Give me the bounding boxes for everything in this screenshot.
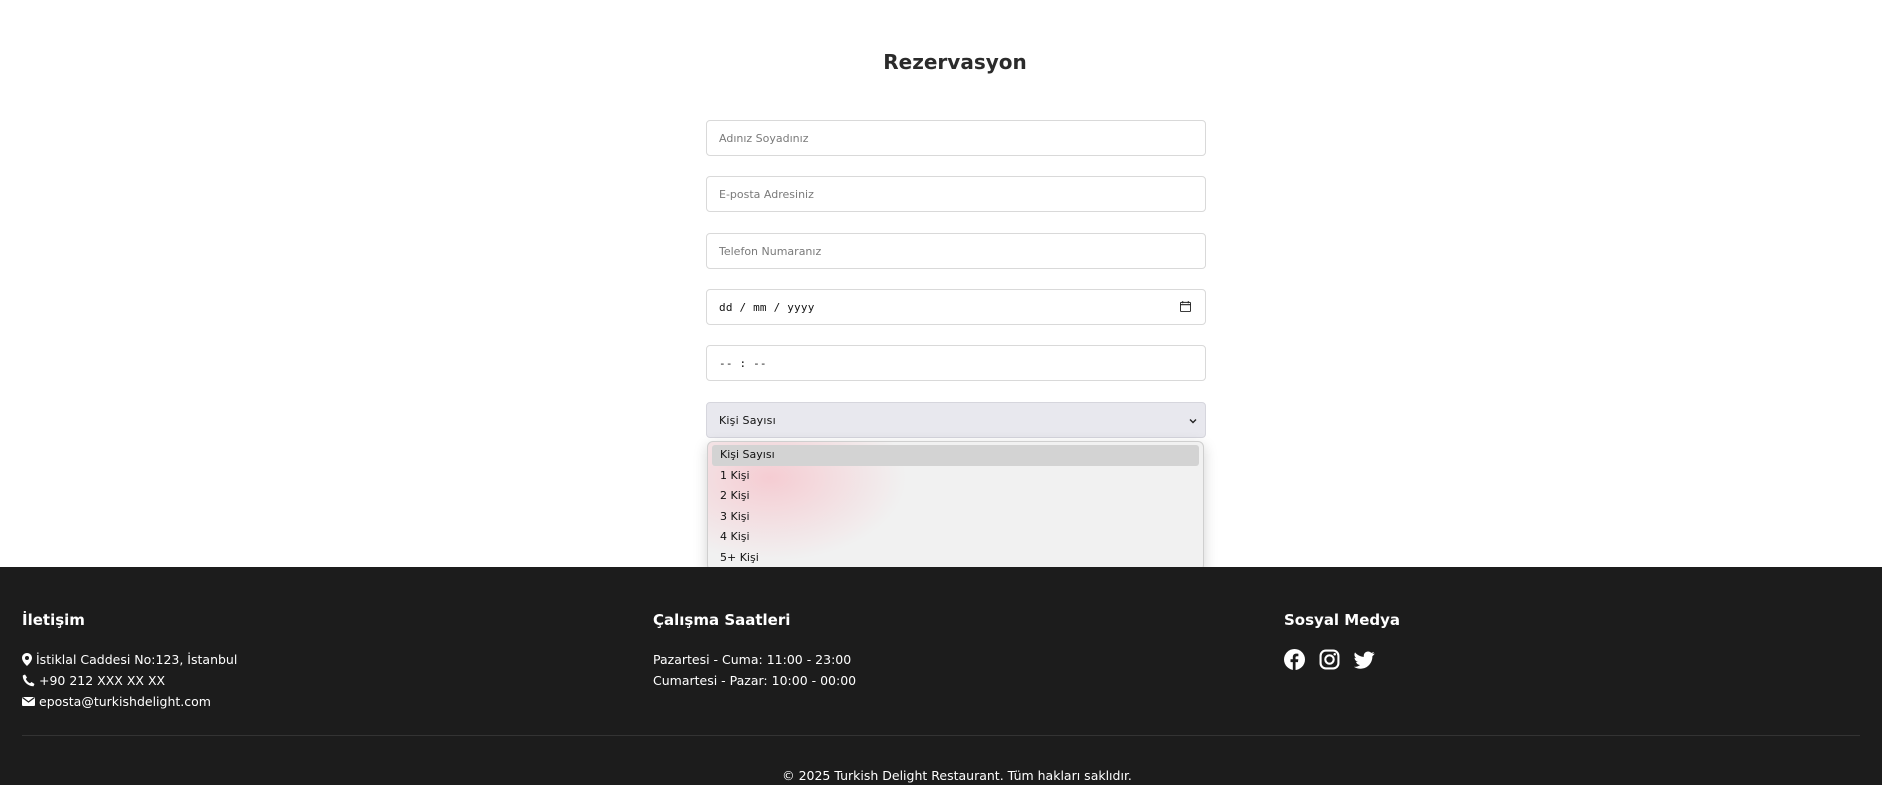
guests-select[interactable]: Kişi Sayısı [706,402,1206,438]
weekday-hours: Pazartesi - Cuma: 11:00 - 23:00 [653,652,852,667]
email-line: eposta@turkishdelight.com [22,691,237,712]
phone-icon [22,674,35,687]
phone-text: +90 212 XXX XX XX [39,673,166,688]
guests-option[interactable]: 5+ Kişi [712,548,1199,569]
guests-option[interactable]: 4 Kişi [712,527,1199,548]
footer: İletişim İstiklal Caddesi No:123, İstanb… [0,567,1882,785]
hours-heading: Çalışma Saatleri [653,611,791,629]
copyright-text: © 2025 Turkish Delight Restaurant. Tüm h… [782,768,1132,783]
map-marker-icon [22,653,32,666]
time-input[interactable]: -- : -- [706,345,1206,381]
email-text[interactable]: eposta@turkishdelight.com [39,691,211,712]
phone-placeholder: Telefon Numaranız [719,244,822,258]
envelope-icon [22,697,35,706]
guests-dropdown-list: Kişi Sayısı 1 Kişi 2 Kişi 3 Kişi 4 Kişi … [707,441,1204,571]
footer-divider [22,735,1860,736]
guests-option[interactable]: Kişi Sayısı [712,445,1199,466]
address-text: İstiklal Caddesi No:123, İstanbul [36,652,238,667]
social-section: Sosyal Medya [1284,611,1400,670]
name-placeholder: Adınız Soyadınız [719,131,809,145]
page-title: Rezervasyon [883,50,1027,74]
guests-option[interactable]: 1 Kişi [712,466,1199,487]
contact-section: İletişim İstiklal Caddesi No:123, İstanb… [22,611,237,712]
date-input[interactable]: dd / mm / yyyy [706,289,1206,325]
weekend-hours: Cumartesi - Pazar: 10:00 - 00:00 [653,673,857,688]
email-placeholder: E-posta Adresiniz [719,187,814,201]
phone-input[interactable]: Telefon Numaranız [706,233,1206,269]
social-links [1284,649,1400,670]
contact-heading: İletişim [22,611,85,629]
chevron-down-icon [1189,419,1197,424]
date-value: dd / mm / yyyy [719,300,815,314]
guests-option[interactable]: 3 Kişi [712,507,1199,528]
address-line: İstiklal Caddesi No:123, İstanbul [22,649,237,670]
social-heading: Sosyal Medya [1284,611,1401,629]
email-input[interactable]: E-posta Adresiniz [706,176,1206,212]
facebook-icon[interactable] [1284,649,1305,670]
guests-option[interactable]: 2 Kişi [712,486,1199,507]
phone-line: +90 212 XXX XX XX [22,670,237,691]
guests-selected-value: Kişi Sayısı [719,413,776,427]
time-value: -- : -- [719,356,767,370]
name-input[interactable]: Adınız Soyadınız [706,120,1206,156]
twitter-icon[interactable] [1354,649,1375,670]
calendar-icon[interactable] [1180,301,1191,312]
hours-section: Çalışma Saatleri Pazartesi - Cuma: 11:00… [653,611,856,691]
instagram-icon[interactable] [1319,649,1340,670]
